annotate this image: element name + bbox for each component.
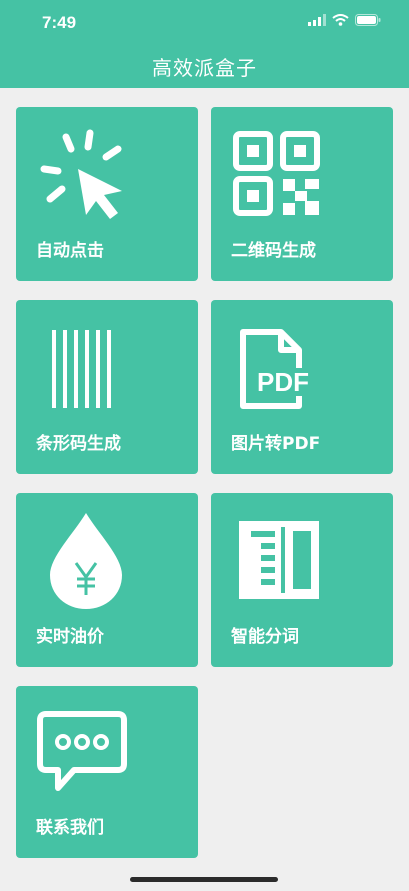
tile-label: 联系我们 — [36, 818, 104, 838]
tile-auto-click[interactable]: 自动点击 — [16, 107, 198, 281]
chat-bubble-icon — [37, 711, 127, 791]
app-header: 7:49 高效派盒子 — [0, 0, 409, 88]
page-title: 高效派盒子 — [152, 56, 257, 80]
tile-barcode[interactable]: 条形码生成 — [16, 300, 198, 474]
status-icons — [308, 14, 381, 26]
status-time: 7:49 — [42, 13, 77, 32]
tile-word-segmentation[interactable]: 智能分词 — [211, 493, 393, 667]
tile-label: 图片转PDF — [231, 434, 321, 454]
tile-label: 二维码生成 — [231, 241, 316, 261]
tile-oil-price[interactable]: 实时油价 — [16, 493, 198, 667]
wifi-icon — [332, 14, 349, 26]
barcode-icon — [52, 330, 111, 408]
tile-contact-us[interactable]: 联系我们 — [16, 686, 198, 858]
tile-qr-code[interactable]: 二维码生成 — [211, 107, 393, 281]
cursor-click-icon — [40, 129, 122, 219]
signal-icon — [308, 14, 326, 26]
qr-code-icon — [233, 131, 320, 216]
book-columns-icon — [239, 521, 319, 599]
pdf-file-icon: PDF — [240, 329, 315, 409]
battery-icon — [355, 14, 381, 26]
tile-image-to-pdf[interactable]: PDF 图片转PDF — [211, 300, 393, 474]
tile-label: 实时油价 — [36, 627, 104, 647]
oil-drop-yen-icon — [50, 513, 122, 609]
tile-label: 自动点击 — [36, 241, 104, 261]
home-indicator[interactable] — [130, 877, 278, 882]
tile-label: 条形码生成 — [36, 434, 121, 454]
svg-text:PDF: PDF — [257, 367, 309, 397]
tile-label: 智能分词 — [231, 627, 299, 647]
